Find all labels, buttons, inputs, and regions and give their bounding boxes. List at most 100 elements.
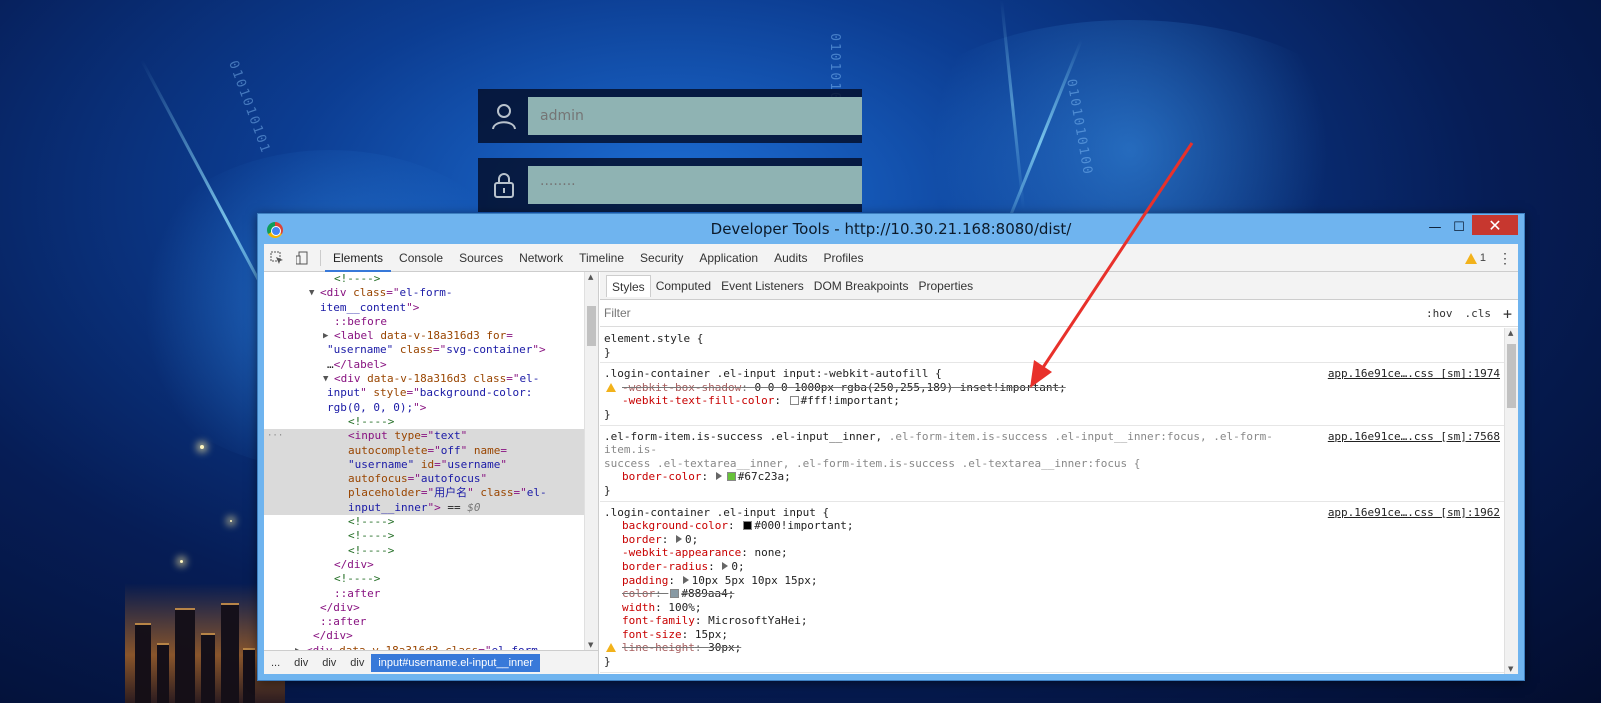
property-name[interactable]: width xyxy=(622,601,655,614)
dom-tree-scrollbar[interactable]: ▲ ▼ xyxy=(584,272,598,650)
styles-filter-input[interactable] xyxy=(604,306,904,320)
node-actions-icon[interactable]: ··· xyxy=(267,429,283,443)
breadcrumb-item[interactable]: div xyxy=(315,657,343,669)
dom-node-line[interactable]: …</label> xyxy=(264,358,584,372)
property-name[interactable]: line-height xyxy=(622,641,695,654)
css-declaration[interactable]: font-size: 15px; xyxy=(604,628,1500,642)
tab-computed[interactable]: Computed xyxy=(651,275,716,297)
property-value[interactable]: 100%; xyxy=(668,601,701,614)
css-rule[interactable]: app.16e91ce….css [sm]:1962 .login-contain… xyxy=(600,502,1504,673)
collapse-arrow-icon[interactable]: ▶ xyxy=(323,329,334,343)
tab-properties[interactable]: Properties xyxy=(913,275,978,297)
dom-node-line-selected[interactable]: autofocus="autofocus" xyxy=(264,472,584,487)
dom-node-line[interactable]: ::before xyxy=(264,315,584,329)
tab-sources[interactable]: Sources xyxy=(451,244,511,272)
property-value[interactable]: 0 0 0 1000px rgba(250,255,189) inset!imp… xyxy=(754,381,1065,394)
css-declaration[interactable]: border-color: #67c23a; xyxy=(604,470,1500,484)
dom-node-line[interactable]: </div> xyxy=(264,558,584,572)
property-value[interactable]: 15px; xyxy=(695,628,728,641)
property-name[interactable]: border xyxy=(622,533,662,546)
dom-node-line[interactable]: input" style="background-color: xyxy=(264,386,584,400)
css-declaration[interactable]: width: 100%; xyxy=(604,601,1500,615)
dom-node-line-selected[interactable]: autocomplete="off" name= xyxy=(264,443,584,458)
minimize-button[interactable]: — xyxy=(1422,216,1448,238)
username-input[interactable] xyxy=(528,97,862,135)
menu-icon[interactable]: ⋮ xyxy=(1498,250,1512,267)
css-declaration[interactable]: -webkit-text-fill-color: #fff!important; xyxy=(604,394,1500,408)
dom-node-line[interactable]: </div> xyxy=(264,629,584,643)
expand-arrow-icon[interactable]: ▼ xyxy=(309,286,320,300)
dom-node-line[interactable]: ▼ <div data-v-18a316d3 class="el- xyxy=(264,372,584,386)
dom-tree[interactable]: <!----> ▼ <div class="el-form-item__conte… xyxy=(264,272,584,650)
property-value[interactable]: 30px; xyxy=(708,641,741,654)
css-declaration[interactable]: line-height: 30px; xyxy=(604,641,1500,655)
color-swatch-icon[interactable] xyxy=(743,521,753,531)
color-swatch-icon[interactable] xyxy=(789,396,799,406)
css-rule[interactable]: app.16e91ce….css [sm]:7568.el-input__inn… xyxy=(600,673,1504,674)
tab-network[interactable]: Network xyxy=(511,244,571,272)
property-name[interactable]: border-color xyxy=(622,470,701,483)
color-swatch-icon[interactable] xyxy=(726,472,736,482)
breadcrumb-item[interactable]: ... xyxy=(264,657,287,669)
dom-tree-scroll-thumb[interactable] xyxy=(587,306,596,346)
dom-node-line[interactable]: <!----> xyxy=(264,544,584,558)
rule-source-link[interactable]: app.16e91ce….css [sm]:1962 xyxy=(1328,506,1500,520)
tab-event-listeners[interactable]: Event Listeners xyxy=(716,275,809,297)
property-value[interactable]: #67c23a; xyxy=(738,470,791,483)
property-name[interactable]: -webkit-text-fill-color xyxy=(622,394,774,407)
css-rule[interactable]: element.style {} xyxy=(600,328,1504,364)
dom-node-line[interactable]: <!----> xyxy=(264,572,584,586)
css-declaration[interactable]: -webkit-box-shadow: 0 0 0 1000px rgba(25… xyxy=(604,381,1500,395)
tab-audits[interactable]: Audits xyxy=(766,244,815,272)
property-name[interactable]: background-color xyxy=(622,519,728,532)
property-name[interactable]: -webkit-appearance xyxy=(622,546,741,559)
dom-node-line[interactable]: </div> xyxy=(264,601,584,615)
css-declaration[interactable]: border: 0; xyxy=(604,533,1500,547)
tab-security[interactable]: Security xyxy=(632,244,691,272)
rule-source-link[interactable]: app.16e91ce….css [sm]:7568 xyxy=(1328,430,1500,444)
dom-node-line[interactable]: ::after xyxy=(264,615,584,629)
dom-node-line[interactable]: rgb(0, 0, 0);"> xyxy=(264,401,584,415)
property-name[interactable]: font-family xyxy=(622,614,695,627)
color-swatch-icon[interactable] xyxy=(670,589,680,599)
css-rule[interactable]: app.16e91ce….css [sm]:7568 .el-form-item.… xyxy=(600,426,1504,502)
expand-arrow-icon[interactable]: ▼ xyxy=(323,372,334,386)
expand-shorthand-icon[interactable] xyxy=(715,472,722,481)
styles-scrollbar[interactable]: ▲ ▼ xyxy=(1504,328,1518,674)
dom-node-line[interactable]: item__content"> xyxy=(264,301,584,315)
property-name[interactable]: padding xyxy=(622,574,668,587)
inspect-icon[interactable] xyxy=(264,244,290,272)
tab-elements[interactable]: Elements xyxy=(325,244,392,272)
breadcrumb-item-selected[interactable]: input#username.el-input__inner xyxy=(371,653,541,672)
breadcrumb-item[interactable]: div xyxy=(287,657,315,669)
property-name[interactable]: color xyxy=(622,587,655,600)
tab-dom-breakpoints[interactable]: DOM Breakpoints xyxy=(809,275,914,297)
dom-node-line[interactable]: <!----> xyxy=(264,529,584,543)
css-rule[interactable]: app.16e91ce….css [sm]:1974 .login-contain… xyxy=(600,363,1504,426)
property-value[interactable]: #889aa4; xyxy=(681,587,734,600)
dom-node-line-selected[interactable]: <input type="text" ··· xyxy=(264,429,584,444)
property-name[interactable]: font-size xyxy=(622,628,682,641)
dom-node-line[interactable]: "username" class="svg-container"> xyxy=(264,343,584,357)
tab-styles[interactable]: Styles xyxy=(606,274,651,297)
dom-node-line[interactable]: <!----> xyxy=(264,415,584,429)
rule-source-link[interactable]: app.16e91ce….css [sm]:1974 xyxy=(1328,367,1500,381)
password-input[interactable] xyxy=(528,166,862,204)
dom-node-line[interactable]: <!----> xyxy=(264,515,584,529)
css-declaration[interactable]: -webkit-appearance: none; xyxy=(604,546,1500,560)
css-declaration[interactable]: font-family: MicrosoftYaHei; xyxy=(604,614,1500,628)
tab-profiles[interactable]: Profiles xyxy=(815,244,871,272)
breadcrumb-item[interactable]: div xyxy=(343,657,371,669)
property-value[interactable]: 0; xyxy=(731,560,744,573)
dom-node-line[interactable]: ::after xyxy=(264,587,584,601)
new-rule-button[interactable]: + xyxy=(1503,305,1512,323)
css-declaration[interactable]: padding: 10px 5px 10px 15px; xyxy=(604,574,1500,588)
dom-node-line[interactable]: <!----> xyxy=(264,272,584,286)
dom-node-line-selected[interactable]: "username" id="username" xyxy=(264,457,584,473)
css-declaration[interactable]: background-color: #000!important; xyxy=(604,519,1500,533)
property-value[interactable]: #fff!important; xyxy=(801,394,900,407)
css-declaration[interactable]: color: #889aa4; xyxy=(604,587,1500,601)
rule-selector[interactable]: element.style { xyxy=(604,332,1500,346)
close-button[interactable]: ✕ xyxy=(1472,215,1518,235)
styles-scroll-thumb[interactable] xyxy=(1507,344,1516,408)
